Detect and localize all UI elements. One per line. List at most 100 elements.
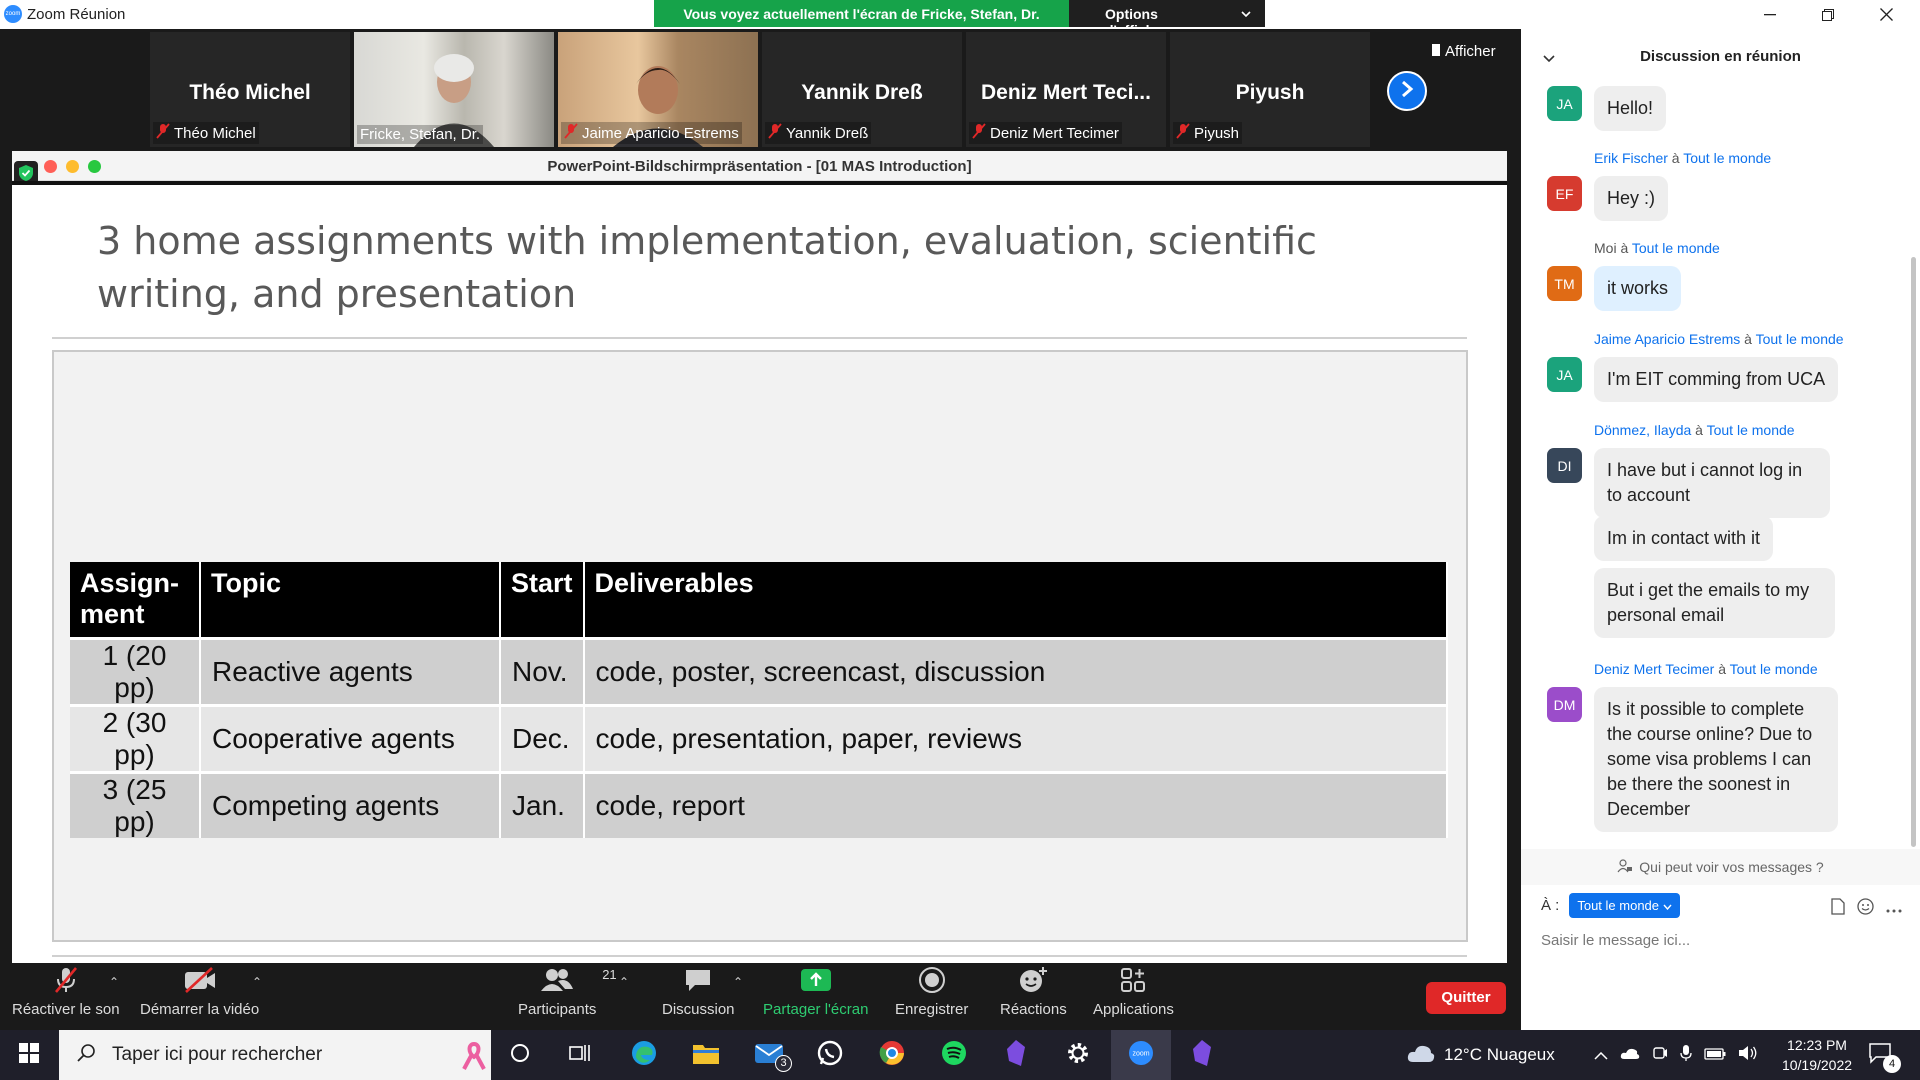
spotify-app[interactable] (926, 1030, 982, 1080)
recipient-name[interactable]: Tout le monde (1707, 422, 1795, 438)
cortana-button[interactable] (492, 1030, 548, 1080)
taskbar-search[interactable]: Taper ici pour rechercher (59, 1030, 491, 1080)
chat-message-input[interactable]: Saisir le message ici... (1541, 932, 1690, 949)
restore-button[interactable] (1800, 0, 1856, 29)
participants-button[interactable]: 21 Participants (518, 963, 617, 1030)
chevron-up-icon[interactable] (1594, 1045, 1608, 1065)
message-privacy-link[interactable]: Qui peut voir vos messages ? (1521, 849, 1920, 885)
spotify-icon (940, 1039, 968, 1072)
recipient-name[interactable]: Tout le monde (1632, 240, 1720, 256)
settings-app[interactable] (1050, 1030, 1106, 1080)
more-options-icon[interactable] (1886, 900, 1902, 918)
whatsapp-app[interactable] (802, 1030, 858, 1080)
participant-name: Deniz Mert Tecimer (990, 124, 1119, 142)
participant-tile[interactable]: Yannik Dreß Yannik Dreß (762, 32, 962, 147)
show-view-button[interactable]: Afficher (1432, 43, 1496, 60)
task-view-icon (569, 1044, 591, 1067)
table-row: 1 (20 pp) Reactive agents Nov. code, pos… (70, 636, 1449, 705)
chrome-app[interactable] (864, 1030, 920, 1080)
camera-tray-icon[interactable] (1652, 1045, 1668, 1066)
muted-mic-icon (768, 123, 782, 143)
taskbar-clock[interactable]: 12:23 PM 10/19/2022 (1772, 1035, 1862, 1075)
reactions-button[interactable]: Réactions (1000, 963, 1067, 1030)
slide-bottom-divider (52, 955, 1467, 957)
recipient-name[interactable]: Tout le monde (1730, 661, 1818, 677)
sender-name[interactable]: Dönmez, Ilayda (1594, 422, 1691, 438)
participant-tile[interactable]: Piyush Piyush (1170, 32, 1370, 147)
battery-icon[interactable] (1704, 1045, 1726, 1065)
recipient-row: À : Tout le monde (1541, 893, 1681, 918)
sender-name[interactable]: Deniz Mert Tecimer (1594, 661, 1714, 677)
unmute-button[interactable]: Réactiver le son (12, 963, 120, 1030)
obsidian-app-2[interactable] (1174, 1030, 1230, 1080)
chat-icon (684, 967, 712, 998)
participant-name: Théo Michel (174, 124, 256, 142)
presentation-window-title: PowerPoint-Bildschirmpräsentation - [01 … (547, 158, 972, 175)
zoom-app[interactable]: zoom (1111, 1030, 1171, 1080)
file-icon[interactable] (1831, 898, 1845, 920)
file-explorer-app[interactable] (678, 1030, 734, 1080)
notifications-button[interactable]: 4 (1868, 1030, 1901, 1080)
video-options-caret-icon[interactable]: ⌃ (252, 975, 262, 989)
chevron-down-icon (1663, 898, 1672, 913)
search-icon (76, 1043, 96, 1068)
minimize-button[interactable] (1742, 0, 1798, 29)
chat-scrollbar[interactable] (1911, 257, 1916, 847)
participant-tile[interactable]: Deniz Mert Teci... Deniz Mert Tecimer (966, 32, 1166, 147)
view-options-button[interactable]: Options d'affichage (1069, 0, 1265, 38)
recipient-separator: à (1695, 422, 1703, 438)
title-bar: zoom Zoom Réunion Vous voyez actuellemen… (0, 0, 1920, 38)
participants-label: Participants (518, 1001, 597, 1018)
chat-sender: Moi à Tout le monde (1594, 240, 1720, 256)
close-button[interactable] (1858, 0, 1914, 29)
table-cell: 1 (20 pp) (70, 636, 201, 705)
onedrive-cloud-icon[interactable] (1620, 1045, 1640, 1065)
recipient-separator: à (1620, 240, 1629, 256)
chat-options-caret-icon[interactable]: ⌃ (733, 975, 743, 989)
leave-meeting-button[interactable]: Quitter (1426, 982, 1506, 1014)
participant-tile[interactable]: Théo Michel Théo Michel (150, 32, 350, 147)
sender-name[interactable]: Erik Fischer (1594, 150, 1668, 166)
windows-icon (19, 1042, 39, 1068)
participant-tile[interactable]: Fricke, Stefan, Dr. (354, 32, 554, 147)
zoom-icon: zoom (1127, 1039, 1155, 1072)
obsidian-icon (1191, 1039, 1213, 1072)
participants-options-caret-icon[interactable]: ⌃ (619, 975, 629, 989)
start-button[interactable] (0, 1030, 58, 1080)
recipient-select[interactable]: Tout le monde (1569, 893, 1681, 918)
participant-tile[interactable]: Jaime Aparicio Estrems (558, 32, 758, 147)
chat-label: Discussion (662, 1001, 735, 1018)
mail-app[interactable]: 3 (741, 1030, 797, 1080)
apps-button[interactable]: Applications (1093, 963, 1174, 1030)
assignments-table: Assign- ment Topic Start Deliverables 1 … (70, 562, 1449, 838)
chat-button[interactable]: Discussion (662, 963, 735, 1030)
sender-name[interactable]: Jaime Aparicio Estrems (1594, 331, 1740, 347)
header-deliverables: Deliverables (583, 562, 1449, 638)
emoji-icon[interactable] (1857, 898, 1874, 920)
meeting-toolbar: Réactiver le son ⌃ Démarrer la vidéo ⌃ 2… (0, 963, 1521, 1030)
audio-options-caret-icon[interactable]: ⌃ (109, 975, 119, 989)
chat-panel: Discussion en réunion JA Hello! Erik Fis… (1521, 29, 1920, 1030)
participant-name: Jaime Aparicio Estrems (582, 124, 739, 142)
recipient-name[interactable]: Tout le monde (1683, 150, 1771, 166)
recipient-name[interactable]: Tout le monde (1756, 331, 1844, 347)
chevron-right-icon (1400, 80, 1414, 103)
share-screen-button[interactable]: Partager l'écran (763, 963, 868, 1030)
start-video-button[interactable]: Démarrer la vidéo (140, 963, 259, 1030)
task-view-button[interactable] (552, 1030, 608, 1080)
edge-icon (630, 1039, 658, 1072)
record-button[interactable]: Enregistrer (895, 963, 968, 1030)
next-page-button[interactable] (1387, 71, 1427, 111)
sender-name: Moi (1594, 240, 1617, 256)
edge-app[interactable] (616, 1030, 672, 1080)
weather-widget[interactable]: 12°C Nuageux (1406, 1030, 1555, 1080)
mic-tray-icon[interactable] (1680, 1044, 1692, 1067)
table-cell: code, report (583, 770, 1449, 838)
chat-actions (1831, 898, 1902, 920)
obsidian-app[interactable] (988, 1030, 1044, 1080)
chat-bubble: I'm EIT comming from UCA (1594, 357, 1839, 402)
chat-bubble: it works (1594, 266, 1682, 311)
avatar: TM (1547, 266, 1582, 301)
participant-big-name: Piyush (1235, 81, 1305, 104)
volume-icon[interactable] (1738, 1045, 1758, 1066)
